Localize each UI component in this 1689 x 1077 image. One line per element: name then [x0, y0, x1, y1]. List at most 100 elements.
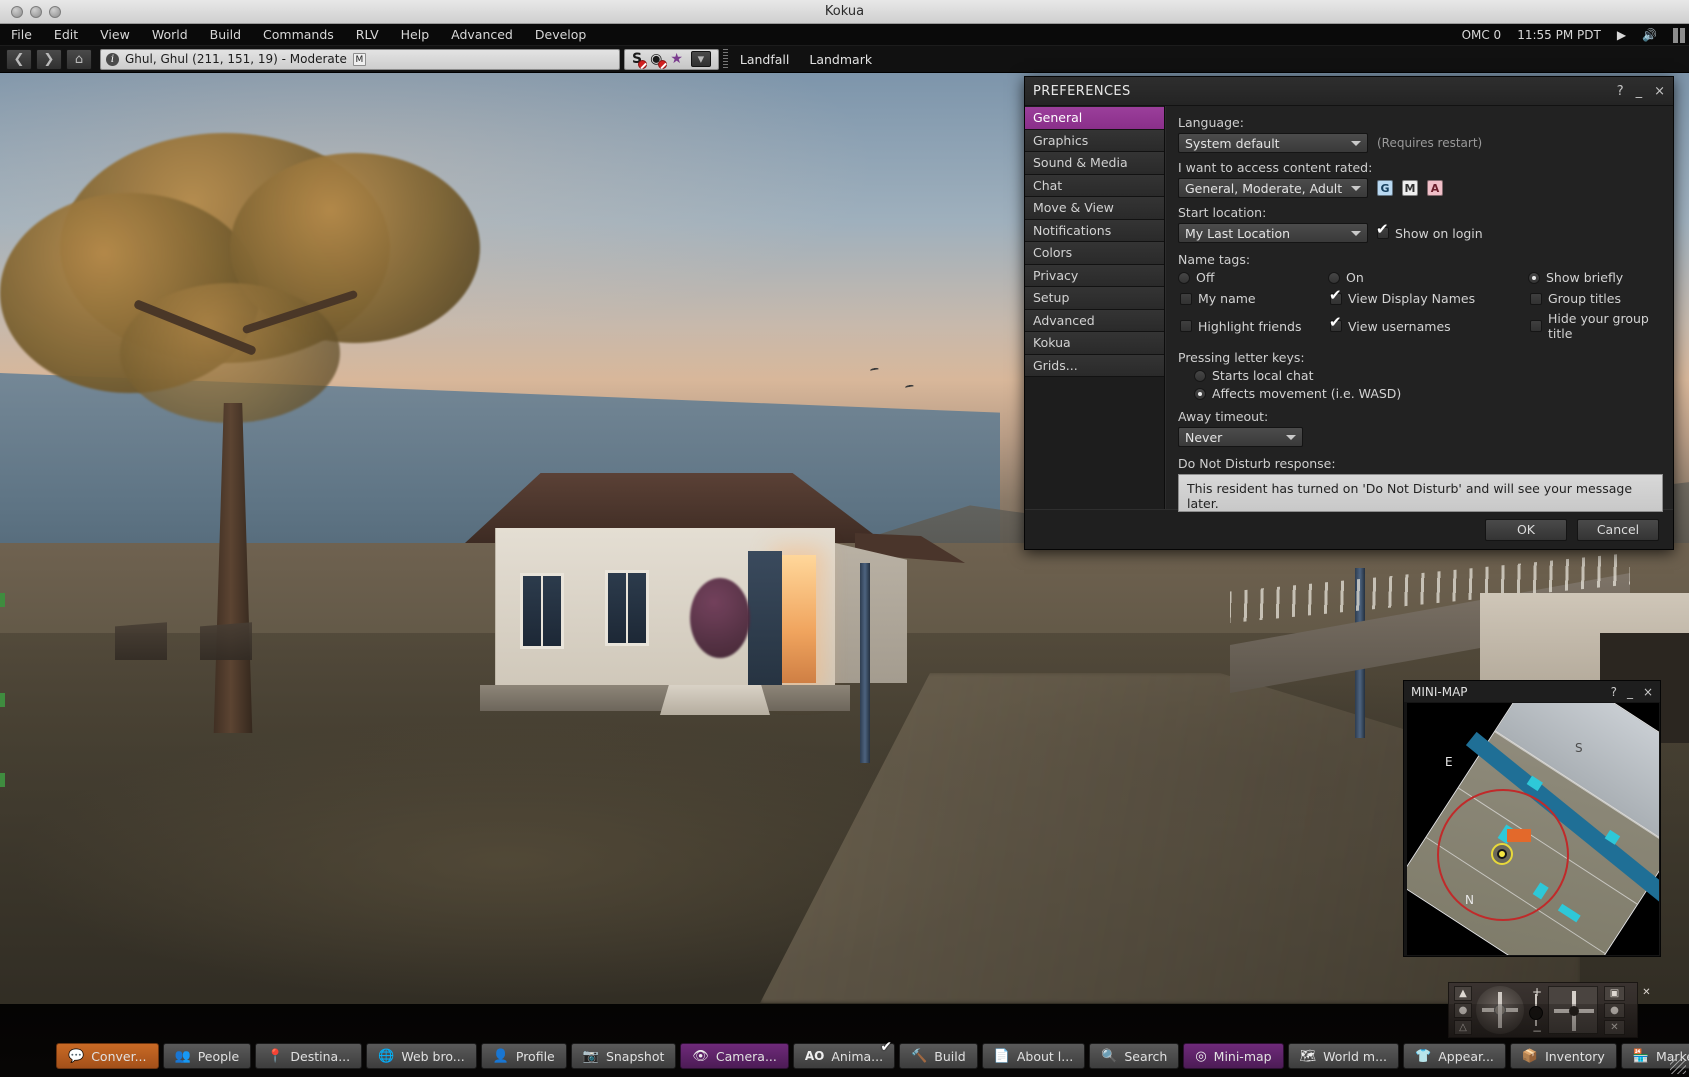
checkbox-icon[interactable] — [1180, 320, 1192, 332]
radio-affects-movement[interactable]: Affects movement (i.e. WASD) — [1194, 386, 1663, 401]
checkbox-icon[interactable] — [1180, 293, 1192, 305]
show-on-login-checkbox[interactable]: Show on login — [1377, 226, 1483, 241]
close-icon[interactable]: × — [1643, 685, 1653, 699]
toolbar-button-appearance[interactable]: 👕 Appear... — [1403, 1043, 1506, 1069]
tab-setup[interactable]: Setup — [1025, 287, 1164, 310]
tab-general[interactable]: General — [1025, 107, 1164, 130]
start-location-select[interactable]: My Last Location — [1178, 223, 1368, 243]
radio-icon[interactable] — [1194, 388, 1206, 400]
window-resize-grip[interactable] — [1670, 1058, 1686, 1074]
menu-view[interactable]: View — [89, 25, 141, 44]
location-bar[interactable]: i Ghul, Ghul (211, 151, 19) - Moderate M — [100, 49, 620, 70]
radio-icon[interactable] — [1528, 272, 1540, 284]
checkbox-view-usernames[interactable]: View usernames — [1330, 311, 1530, 341]
favorite-landmark[interactable]: Landmark — [801, 52, 880, 67]
tab-graphics[interactable]: Graphics — [1025, 130, 1164, 153]
tab-privacy[interactable]: Privacy — [1025, 265, 1164, 288]
toolbar-button-conversations[interactable]: 💬 Conver... — [56, 1043, 159, 1069]
checkbox-group-titles[interactable]: Group titles — [1530, 291, 1663, 306]
radio-starts-local-chat[interactable]: Starts local chat — [1194, 368, 1663, 383]
chevron-down-icon[interactable]: ▾ — [691, 51, 711, 67]
menu-rlv[interactable]: RLV — [345, 25, 390, 44]
menu-advanced[interactable]: Advanced — [440, 25, 524, 44]
checkbox-highlight-friends-label: Highlight friends — [1198, 319, 1301, 334]
star-icon[interactable]: ★ — [670, 51, 683, 67]
zoom-in-icon[interactable]: + — [1532, 985, 1542, 999]
nametag-mode-off[interactable]: Off — [1178, 270, 1328, 285]
toolbar-button-camera[interactable]: 👁 Camera... — [680, 1043, 789, 1069]
toolbar-button-search[interactable]: 🔍 Search — [1089, 1043, 1179, 1069]
help-icon[interactable]: ? — [1611, 685, 1617, 699]
toolbar-button-profile[interactable]: 👤 Profile — [481, 1043, 567, 1069]
checkbox-icon[interactable] — [1377, 227, 1389, 239]
checkbox-hide-group-title[interactable]: Hide your group title — [1530, 311, 1663, 341]
toolbar-button-people[interactable]: 👥 People — [163, 1043, 252, 1069]
toolbar-button-inventory[interactable]: 📦 Inventory — [1510, 1043, 1617, 1069]
checkbox-view-display-names[interactable]: View Display Names — [1330, 291, 1530, 306]
favorite-landfall[interactable]: Landfall — [732, 52, 798, 67]
maturity-select[interactable]: General, Moderate, Adult — [1178, 178, 1368, 198]
tab-move-view[interactable]: Move & View — [1025, 197, 1164, 220]
checkbox-icon[interactable] — [1330, 293, 1342, 305]
minimize-icon[interactable]: _ — [1627, 685, 1633, 699]
toolbar-button-about-land[interactable]: 📄 About l... — [982, 1043, 1086, 1069]
forward-button[interactable]: ❯ — [36, 49, 62, 70]
preferences-window[interactable]: PREFERENCES ? _ × General Graphics Sound… — [1024, 76, 1674, 550]
location-text: Ghul, Ghul (211, 151, 19) - Moderate — [125, 52, 347, 66]
checkbox-my-name[interactable]: My name — [1180, 291, 1330, 306]
toolbar-button-web-browser[interactable]: 🌐 Web bro... — [366, 1043, 477, 1069]
home-button[interactable]: ⌂ — [66, 49, 92, 70]
tab-chat[interactable]: Chat — [1025, 175, 1164, 198]
toolbar-label: People — [198, 1049, 240, 1064]
tab-advanced[interactable]: Advanced — [1025, 310, 1164, 333]
toolbar-button-animation-overrider[interactable]: AO Anima... ✔ — [793, 1043, 895, 1069]
radio-icon[interactable] — [1328, 272, 1340, 284]
close-icon[interactable]: × — [1654, 84, 1665, 99]
toolbar-button-snapshot[interactable]: 📷 Snapshot — [571, 1043, 677, 1069]
stand-icon[interactable]: ▲ — [1454, 986, 1472, 1001]
tab-kokua[interactable]: Kokua — [1025, 332, 1164, 355]
currency-balance[interactable]: OMC 0 — [1462, 28, 1502, 42]
checkbox-icon[interactable] — [1530, 320, 1542, 332]
radio-icon[interactable] — [1194, 370, 1206, 382]
toolbar-button-destinations[interactable]: 📍 Destina... — [255, 1043, 362, 1069]
tab-notifications[interactable]: Notifications — [1025, 220, 1164, 243]
tab-grids[interactable]: Grids... — [1025, 355, 1164, 378]
dnd-response-textarea[interactable]: This resident has turned on 'Do Not Dist… — [1178, 474, 1663, 512]
info-icon[interactable]: i — [106, 53, 119, 66]
menu-edit[interactable]: Edit — [43, 25, 89, 44]
controls-close-icon[interactable]: ✕ — [1636, 985, 1657, 1000]
toolbar-button-minimap[interactable]: ◎ Mini-map — [1183, 1043, 1283, 1069]
signal-bars-icon[interactable] — [1673, 28, 1685, 43]
speaker-icon[interactable]: 🔊 — [1642, 28, 1657, 42]
tab-sound-media[interactable]: Sound & Media — [1025, 152, 1164, 175]
menu-develop[interactable]: Develop — [524, 25, 597, 44]
camera-preset-icon[interactable]: ▣ — [1604, 986, 1625, 1001]
play-icon[interactable]: ▶ — [1617, 28, 1626, 42]
nametag-mode-show-briefly[interactable]: Show briefly — [1528, 270, 1663, 285]
radio-icon[interactable] — [1178, 272, 1190, 284]
away-timeout-select[interactable]: Never — [1178, 427, 1303, 447]
menu-file[interactable]: File — [0, 25, 43, 44]
menu-build[interactable]: Build — [199, 25, 252, 44]
minimap-window[interactable]: MINI-MAP ? _ × E N S — [1403, 680, 1661, 957]
help-icon[interactable]: ? — [1617, 84, 1624, 99]
checkbox-icon[interactable] — [1530, 293, 1542, 305]
nametag-mode-on[interactable]: On — [1328, 270, 1528, 285]
search-disabled-icon[interactable]: S — [632, 51, 642, 67]
minimize-icon[interactable]: _ — [1636, 84, 1643, 99]
back-button[interactable]: ❮ — [6, 49, 32, 70]
eye-disabled-icon[interactable]: ◉ — [650, 51, 662, 67]
minimap-canvas[interactable]: E N S — [1407, 703, 1659, 955]
cancel-button[interactable]: Cancel — [1577, 519, 1659, 541]
menu-help[interactable]: Help — [390, 25, 441, 44]
tab-colors[interactable]: Colors — [1025, 242, 1164, 265]
checkbox-icon[interactable] — [1330, 320, 1342, 332]
toolbar-button-build[interactable]: 🔨 Build — [899, 1043, 978, 1069]
menu-commands[interactable]: Commands — [252, 25, 345, 44]
toolbar-button-world-map[interactable]: 🗺 World m... — [1288, 1043, 1399, 1069]
language-select[interactable]: System default — [1178, 133, 1368, 153]
menu-world[interactable]: World — [141, 25, 199, 44]
checkbox-highlight-friends[interactable]: Highlight friends — [1180, 311, 1330, 341]
ok-button[interactable]: OK — [1485, 519, 1567, 541]
